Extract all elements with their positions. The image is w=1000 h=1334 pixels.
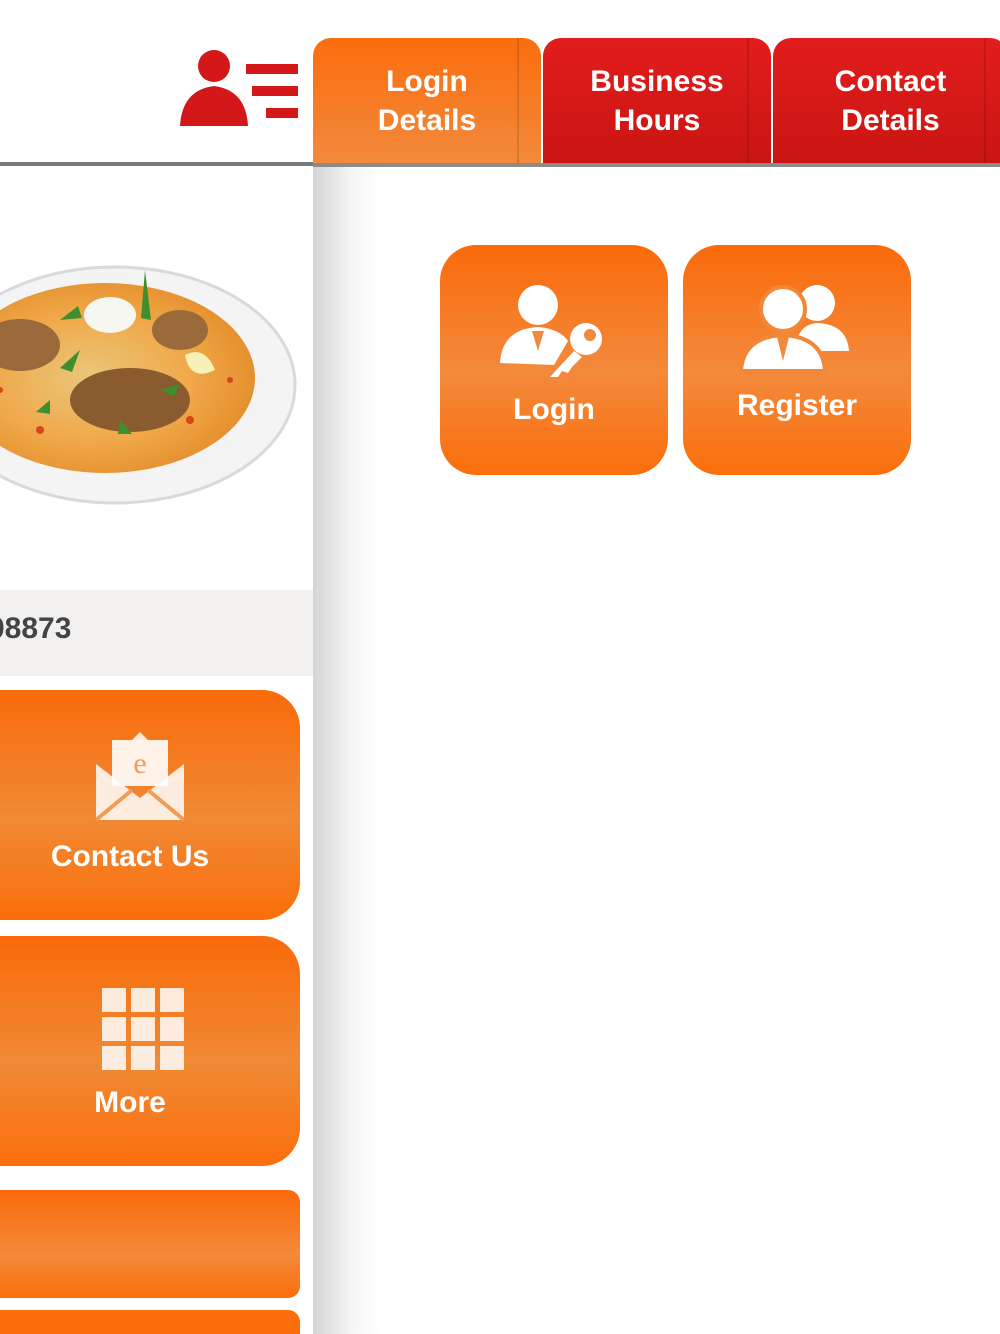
tab-underline <box>313 163 1000 167</box>
tab-label-line: Details <box>841 104 940 137</box>
drawer-shadow <box>313 166 383 1334</box>
tab-label-line: Details <box>377 104 477 137</box>
email-envelope-icon: e <box>94 732 186 822</box>
tab-login-details[interactable]: Login Details <box>313 38 541 164</box>
orange-bar[interactable] <box>0 1190 300 1298</box>
svg-text:e: e <box>133 747 146 780</box>
orange-bar[interactable] <box>0 1310 300 1334</box>
header-divider <box>0 162 313 166</box>
more-tile[interactable]: More <box>0 936 300 1166</box>
user-key-icon <box>500 285 602 377</box>
more-label: More <box>94 1086 166 1119</box>
tab-label-line: Contact <box>834 65 947 98</box>
register-button[interactable]: Register <box>683 245 911 475</box>
tab-business-hours[interactable]: Business Hours <box>543 38 771 164</box>
contact-us-tile[interactable]: e Contact Us <box>0 690 300 920</box>
profile-menu-icon[interactable] <box>176 46 300 128</box>
users-icon <box>739 285 849 373</box>
tab-label-line: Login <box>386 65 468 98</box>
biryani-image <box>0 250 300 510</box>
register-label: Register <box>736 389 858 422</box>
tab-label-line: Hours <box>613 104 701 137</box>
background-page: 08873 e Contact Us More <box>0 0 313 1334</box>
login-button[interactable]: Login <box>440 245 668 475</box>
contact-us-label: Contact Us <box>50 840 210 873</box>
login-label: Login <box>513 393 595 426</box>
tab-contact-details[interactable]: Contact Details <box>773 38 1000 164</box>
grid-icon <box>102 988 184 1070</box>
phone-number: 08873 <box>0 612 72 645</box>
account-drawer <box>313 0 1000 1334</box>
tab-label-line: Business <box>590 65 724 98</box>
